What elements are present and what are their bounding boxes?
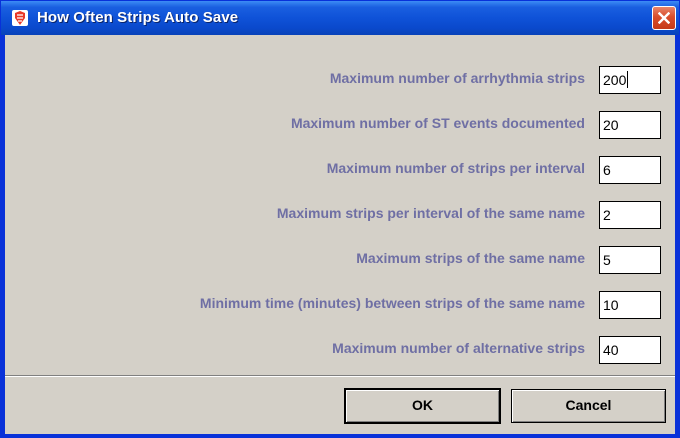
setting-label: Maximum strips of the same name: [356, 250, 585, 266]
dialog-content: Maximum number of arrhythmia strips 200 …: [5, 35, 675, 434]
setting-row-min-time: Minimum time (minutes) between strips of…: [5, 288, 675, 320]
setting-label: Minimum time (minutes) between strips of…: [199, 295, 585, 311]
dialog-title: How Often Strips Auto Save: [37, 9, 239, 26]
setting-label: Maximum number of alternative strips: [332, 340, 585, 356]
max-alternative-strips-input[interactable]: 40: [599, 336, 661, 364]
setting-row-arrhythmia-strips: Maximum number of arrhythmia strips 200: [5, 63, 675, 95]
max-strips-interval-same-name-input[interactable]: 2: [599, 201, 661, 229]
setting-label: Maximum number of ST events documented: [290, 115, 585, 131]
max-strips-same-name-input[interactable]: 5: [599, 246, 661, 274]
button-separator: [5, 375, 675, 377]
setting-label: Maximum number of strips per interval: [326, 160, 585, 176]
title-bar[interactable]: How Often Strips Auto Save: [1, 1, 679, 35]
close-icon: [658, 12, 670, 24]
setting-row-strips-per-interval: Maximum number of strips per interval 6: [5, 153, 675, 185]
java-app-icon: [11, 9, 29, 27]
ok-button[interactable]: OK: [345, 389, 500, 423]
setting-row-strips-same-name: Maximum strips of the same name 5: [5, 243, 675, 275]
max-strips-per-interval-input[interactable]: 6: [599, 156, 661, 184]
text-caret: [627, 71, 629, 88]
cancel-button[interactable]: Cancel: [511, 389, 666, 423]
setting-row-st-events: Maximum number of ST events documented 2…: [5, 108, 675, 140]
setting-row-strips-interval-same-name: Maximum strips per interval of the same …: [5, 198, 675, 230]
setting-label: Maximum number of arrhythmia strips: [329, 70, 585, 86]
dialog-window: How Often Strips Auto Save Maximum numbe…: [0, 0, 680, 438]
min-time-between-strips-input[interactable]: 10: [599, 291, 661, 319]
max-st-events-input[interactable]: 20: [599, 111, 661, 139]
close-button[interactable]: [652, 6, 676, 30]
setting-row-alternative-strips: Maximum number of alternative strips 40: [5, 333, 675, 365]
setting-label: Maximum strips per interval of the same …: [276, 205, 585, 221]
max-arrhythmia-strips-input[interactable]: 200: [599, 66, 661, 94]
